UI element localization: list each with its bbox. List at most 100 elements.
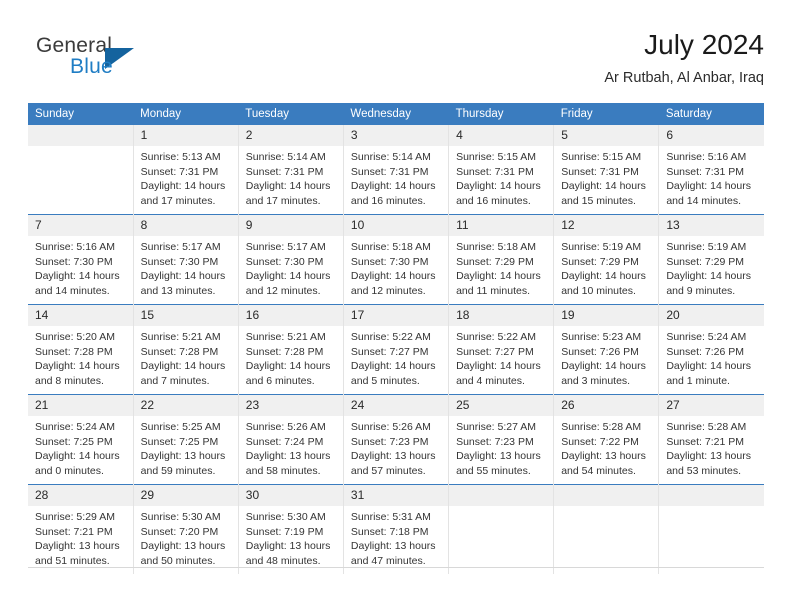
day-details: Sunrise: 5:24 AM Sunset: 7:26 PM Daylight:… — [659, 326, 764, 388]
day-number: 17 — [343, 305, 449, 326]
weekday-header-wednesday: Wednesday — [343, 103, 449, 125]
daylight-text: Daylight: 13 hours — [140, 450, 226, 462]
daylight-text: Daylight: 14 hours — [456, 360, 541, 372]
daylight-text: Daylight: 13 hours — [666, 450, 751, 462]
daylight-text: Daylight: 14 hours — [666, 180, 751, 192]
sunrise-text: Sunrise: 5:23 AM — [561, 331, 642, 343]
daylight-text: and 58 minutes. — [245, 464, 321, 477]
calendar-day-cell[interactable]: 10 Sunrise: 5:18 AM Sunset: 7:30 PM Dayligh… — [342, 214, 449, 305]
calendar-day-cell[interactable]: 20 Sunrise: 5:24 AM Sunset: 7:26 PM Dayligh… — [658, 304, 764, 395]
daylight-text: and 14 minutes. — [666, 194, 742, 207]
sunset-text: Sunset: 7:30 PM — [35, 255, 113, 268]
brand-logo[interactable]: General Blue — [36, 34, 156, 90]
daylight-text: Daylight: 14 hours — [350, 180, 436, 192]
day-details: Sunrise: 5:29 AM Sunset: 7:21 PM Daylight:… — [28, 506, 133, 568]
day-number: 12 — [554, 215, 659, 236]
day-details: Sunrise: 5:30 AM Sunset: 7:19 PM Daylight:… — [239, 506, 343, 568]
day-details — [659, 506, 764, 510]
sunrise-text: Sunrise: 5:14 AM — [350, 151, 431, 163]
day-number: 20 — [659, 305, 764, 326]
day-number: 7 — [28, 215, 133, 236]
day-details: Sunrise: 5:13 AM Sunset: 7:31 PM Daylight:… — [134, 146, 238, 208]
sunset-text: Sunset: 7:26 PM — [666, 345, 744, 358]
sunrise-text: Sunrise: 5:31 AM — [350, 511, 431, 523]
sunrise-text: Sunrise: 5:22 AM — [350, 331, 431, 343]
calendar-day-cell[interactable]: 9 Sunrise: 5:17 AM Sunset: 7:30 PM Daylight… — [237, 214, 344, 305]
calendar-day-cell[interactable]: 21 Sunrise: 5:24 AM Sunset: 7:25 PM Dayligh… — [28, 394, 134, 485]
calendar-day-cell[interactable]: 25 Sunrise: 5:27 AM Sunset: 7:23 PM Dayligh… — [448, 394, 554, 485]
sunset-text: Sunset: 7:23 PM — [350, 435, 429, 448]
calendar-day-cell[interactable]: 1 Sunrise: 5:13 AM Sunset: 7:31 PM Daylight… — [132, 125, 239, 215]
calendar-day-cell[interactable]: 12 Sunrise: 5:19 AM Sunset: 7:29 PM Dayligh… — [553, 214, 659, 305]
calendar-day-cell[interactable]: 16 Sunrise: 5:21 AM Sunset: 7:28 PM Dayligh… — [237, 304, 344, 395]
daylight-text: and 15 minutes. — [561, 194, 636, 207]
calendar-day-cell[interactable]: 5 Sunrise: 5:15 AM Sunset: 7:31 PM Daylight… — [553, 125, 659, 215]
daylight-text: and 16 minutes. — [350, 194, 426, 207]
daylight-text: Daylight: 14 hours — [140, 270, 226, 282]
calendar-day-cell[interactable]: 26 Sunrise: 5:28 AM Sunset: 7:22 PM Dayligh… — [553, 394, 659, 485]
calendar-day-cell[interactable]: 15 Sunrise: 5:21 AM Sunset: 7:28 PM Dayligh… — [132, 304, 239, 395]
sunrise-text: Sunrise: 5:15 AM — [561, 151, 642, 163]
calendar-day-cell-empty — [448, 484, 554, 574]
sunset-text: Sunset: 7:29 PM — [561, 255, 639, 268]
calendar-day-cell[interactable]: 2 Sunrise: 5:14 AM Sunset: 7:31 PM Daylight… — [237, 125, 344, 215]
daylight-text: and 17 minutes. — [245, 194, 321, 207]
day-details: Sunrise: 5:31 AM Sunset: 7:18 PM Daylight:… — [344, 506, 448, 568]
day-details: Sunrise: 5:17 AM Sunset: 7:30 PM Daylight:… — [134, 236, 238, 298]
day-number: 10 — [343, 215, 449, 236]
weekday-header-friday: Friday — [553, 103, 659, 125]
sunrise-text: Sunrise: 5:16 AM — [666, 151, 747, 163]
calendar-day-cell[interactable]: 28 Sunrise: 5:29 AM Sunset: 7:21 PM Dayligh… — [28, 484, 134, 574]
day-details: Sunrise: 5:20 AM Sunset: 7:28 PM Daylight:… — [28, 326, 133, 388]
calendar-day-cell[interactable]: 17 Sunrise: 5:22 AM Sunset: 7:27 PM Dayligh… — [342, 304, 449, 395]
calendar-day-cell[interactable]: 8 Sunrise: 5:17 AM Sunset: 7:30 PM Daylight… — [132, 214, 239, 305]
calendar-day-cell[interactable]: 18 Sunrise: 5:22 AM Sunset: 7:27 PM Dayligh… — [448, 304, 554, 395]
daylight-text: and 55 minutes. — [456, 464, 531, 477]
calendar-day-cell[interactable]: 11 Sunrise: 5:18 AM Sunset: 7:29 PM Dayligh… — [448, 214, 554, 305]
daylight-text: Daylight: 14 hours — [245, 270, 331, 282]
daylight-text: Daylight: 14 hours — [561, 180, 646, 192]
daylight-text: Daylight: 14 hours — [140, 180, 226, 192]
weekday-header-monday: Monday — [133, 103, 239, 125]
day-number: 27 — [659, 395, 764, 416]
daylight-text: Daylight: 14 hours — [456, 270, 541, 282]
sunset-text: Sunset: 7:21 PM — [666, 435, 744, 448]
sunset-text: Sunset: 7:21 PM — [35, 525, 113, 538]
daylight-text: Daylight: 14 hours — [245, 180, 331, 192]
day-number: 9 — [238, 215, 343, 236]
day-number — [449, 485, 554, 506]
weekday-header-saturday: Saturday — [658, 103, 764, 125]
daylight-text: Daylight: 14 hours — [666, 270, 751, 282]
calendar-day-cell[interactable]: 4 Sunrise: 5:15 AM Sunset: 7:31 PM Daylight… — [448, 125, 554, 215]
weekday-header-thursday: Thursday — [448, 103, 554, 125]
sunset-text: Sunset: 7:23 PM — [456, 435, 534, 448]
calendar-day-cell[interactable]: 22 Sunrise: 5:25 AM Sunset: 7:25 PM Dayligh… — [132, 394, 239, 485]
daylight-text: and 9 minutes. — [666, 284, 736, 297]
calendar-day-cell[interactable]: 19 Sunrise: 5:23 AM Sunset: 7:26 PM Dayligh… — [553, 304, 659, 395]
calendar-day-cell[interactable]: 14 Sunrise: 5:20 AM Sunset: 7:28 PM Dayligh… — [28, 304, 134, 395]
calendar-day-cell-empty — [28, 125, 134, 215]
calendar-day-cell[interactable]: 23 Sunrise: 5:26 AM Sunset: 7:24 PM Dayligh… — [237, 394, 344, 485]
calendar-day-cell[interactable]: 13 Sunrise: 5:19 AM Sunset: 7:29 PM Dayligh… — [658, 214, 764, 305]
sunrise-text: Sunrise: 5:20 AM — [35, 331, 115, 343]
sunrise-text: Sunrise: 5:15 AM — [456, 151, 537, 163]
daylight-text: Daylight: 14 hours — [561, 270, 646, 282]
sunset-text: Sunset: 7:27 PM — [350, 345, 429, 358]
daylight-text: and 1 minute. — [666, 374, 730, 387]
calendar-day-cell[interactable]: 29 Sunrise: 5:30 AM Sunset: 7:20 PM Dayligh… — [132, 484, 239, 574]
day-details — [449, 506, 553, 510]
calendar-day-cell[interactable]: 3 Sunrise: 5:14 AM Sunset: 7:31 PM Daylight… — [342, 125, 449, 215]
daylight-text: Daylight: 13 hours — [350, 450, 436, 462]
calendar-day-cell[interactable]: 30 Sunrise: 5:30 AM Sunset: 7:19 PM Dayligh… — [237, 484, 344, 574]
day-number: 1 — [133, 125, 238, 146]
day-details: Sunrise: 5:14 AM Sunset: 7:31 PM Daylight:… — [239, 146, 343, 208]
calendar-day-cell[interactable]: 27 Sunrise: 5:28 AM Sunset: 7:21 PM Dayligh… — [658, 394, 764, 485]
calendar-day-cell[interactable]: 6 Sunrise: 5:16 AM Sunset: 7:31 PM Daylight… — [658, 125, 764, 215]
day-number: 11 — [449, 215, 554, 236]
calendar-day-cell[interactable]: 7 Sunrise: 5:16 AM Sunset: 7:30 PM Daylight… — [28, 214, 134, 305]
calendar-day-cell[interactable]: 24 Sunrise: 5:26 AM Sunset: 7:23 PM Dayligh… — [342, 394, 449, 485]
calendar-day-cell[interactable]: 31 Sunrise: 5:31 AM Sunset: 7:18 PM Dayligh… — [342, 484, 449, 574]
daylight-text: and 10 minutes. — [561, 284, 636, 297]
sunset-text: Sunset: 7:20 PM — [140, 525, 219, 538]
day-details: Sunrise: 5:25 AM Sunset: 7:25 PM Daylight:… — [134, 416, 238, 478]
